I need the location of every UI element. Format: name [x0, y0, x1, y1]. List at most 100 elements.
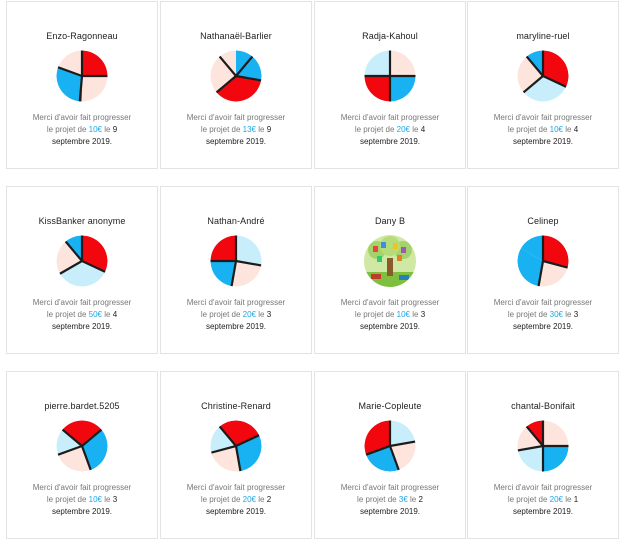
donor-card[interactable]: Dany B Merci d'avoir fait progresser le p… — [314, 186, 466, 354]
thanks-message: Merci d'avoir fait progresser le projet d… — [13, 112, 151, 148]
donation-amount: 50€ — [88, 310, 103, 319]
pinwheel-avatar-icon — [516, 49, 570, 103]
avatar-segment-peach — [82, 76, 108, 102]
donation-month: septembre 2019. — [205, 322, 267, 331]
avatar-segment-red — [364, 76, 390, 102]
donation-month: septembre 2019. — [205, 137, 267, 146]
thanks-message: Merci d'avoir fait progresser le projet d… — [167, 482, 305, 518]
donation-month: septembre 2019. — [512, 322, 574, 331]
donation-amount: 20€ — [396, 125, 411, 134]
avatar-segment-red — [210, 235, 236, 261]
pinwheel-avatar-icon — [55, 234, 109, 288]
date-le-label: le — [565, 495, 572, 504]
donation-month: septembre 2019. — [359, 507, 421, 516]
donation-month: septembre 2019. — [512, 137, 574, 146]
date-le-label: le — [104, 125, 111, 134]
donor-card[interactable]: KissBanker anonyme Merci d'avoir fait pro… — [6, 186, 158, 354]
thanks-intro: Merci d'avoir fait progresser — [340, 483, 440, 492]
date-le-label: le — [565, 310, 572, 319]
donation-amount: 10€ — [396, 310, 411, 319]
donation-month: septembre 2019. — [359, 137, 421, 146]
project-label: le projet de — [200, 495, 241, 504]
project-label: le projet de — [507, 125, 548, 134]
pinwheel-avatar-icon — [516, 419, 570, 473]
donor-name: Marie-Copleute — [358, 401, 422, 411]
pinwheel-avatar-icon — [516, 234, 570, 288]
thanks-intro: Merci d'avoir fait progresser — [340, 113, 440, 122]
donor-name: maryline-ruel — [516, 31, 570, 41]
date-le-label: le — [565, 125, 572, 134]
donor-card[interactable]: Marie-Copleute Merci d'avoir fait progres… — [314, 371, 466, 539]
project-label: le projet de — [354, 310, 395, 319]
donation-amount: 10€ — [549, 125, 564, 134]
project-label: le projet de — [46, 495, 87, 504]
donor-card[interactable]: Nathanaël-Barlier Merci d'avoir fait prog… — [160, 1, 312, 169]
donor-card[interactable]: maryline-ruel Merci d'avoir fait progress… — [467, 1, 619, 169]
donor-card[interactable]: Christine-Renard Merci d'avoir fait progr… — [160, 371, 312, 539]
project-label: le projet de — [507, 495, 548, 504]
project-label: le projet de — [507, 310, 548, 319]
donor-card[interactable]: Nathan-André Merci d'avoir fait progresse… — [160, 186, 312, 354]
thanks-intro: Merci d'avoir fait progresser — [186, 113, 286, 122]
avatar-segment-sky — [364, 50, 390, 76]
donation-amount: 13€ — [242, 125, 257, 134]
donation-amount: 20€ — [549, 495, 564, 504]
donor-card[interactable]: chantal-Bonifait Merci d'avoir fait progr… — [467, 371, 619, 539]
thanks-message: Merci d'avoir fait progresser le projet d… — [321, 482, 459, 518]
donation-month: septembre 2019. — [205, 507, 267, 516]
thanks-intro: Merci d'avoir fait progresser — [32, 483, 132, 492]
avatar-segment-blue — [543, 446, 569, 472]
project-label: le projet de — [46, 125, 87, 134]
donation-day: 4 — [420, 125, 426, 134]
donor-grid: Enzo-Ragonneau Merci d'avoir fait progres… — [0, 0, 619, 539]
donor-name: Dany B — [374, 216, 406, 226]
avatar-segment-red — [82, 50, 108, 76]
donation-month: septembre 2019. — [51, 137, 113, 146]
thanks-message: Merci d'avoir fait progresser le projet d… — [474, 482, 612, 518]
thanks-message: Merci d'avoir fait progresser le projet d… — [13, 297, 151, 333]
donor-card[interactable]: Enzo-Ragonneau Merci d'avoir fait progres… — [6, 1, 158, 169]
pinwheel-avatar-icon — [363, 49, 417, 103]
donor-name: Radja-Kahoul — [362, 31, 418, 41]
donor-name: Celinep — [527, 216, 559, 226]
project-label: le projet de — [200, 310, 241, 319]
pinwheel-avatar-icon — [209, 234, 263, 288]
thanks-message: Merci d'avoir fait progresser le projet d… — [167, 112, 305, 148]
donation-day: 4 — [112, 310, 118, 319]
donor-card[interactable]: Celinep Merci d'avoir fait progresser le p… — [467, 186, 619, 354]
date-le-label: le — [412, 310, 419, 319]
avatar-segment-peach — [390, 50, 416, 76]
thanks-intro: Merci d'avoir fait progresser — [493, 113, 593, 122]
thanks-message: Merci d'avoir fait progresser le projet d… — [474, 112, 612, 148]
date-le-label: le — [410, 495, 417, 504]
donor-name: Nathan-André — [207, 216, 265, 226]
thanks-message: Merci d'avoir fait progresser le projet d… — [474, 297, 612, 333]
donor-card[interactable]: Radja-Kahoul Merci d'avoir fait progresse… — [314, 1, 466, 169]
thanks-message: Merci d'avoir fait progresser le projet d… — [13, 482, 151, 518]
donor-name: Christine-Renard — [201, 401, 271, 411]
donor-name: KissBanker anonyme — [38, 216, 126, 226]
date-le-label: le — [412, 125, 419, 134]
date-le-label: le — [258, 125, 265, 134]
date-le-label: le — [104, 495, 111, 504]
donor-card[interactable]: pierre.bardet.5205 Merci d'avoir fait pro… — [6, 371, 158, 539]
project-label: le projet de — [357, 495, 397, 504]
thanks-intro: Merci d'avoir fait progresser — [32, 113, 132, 122]
donor-name: chantal-Bonifait — [511, 401, 575, 411]
donation-month: septembre 2019. — [512, 507, 574, 516]
donation-amount: 10€ — [88, 495, 103, 504]
donation-day: 3 — [420, 310, 426, 319]
project-label: le projet de — [354, 125, 395, 134]
date-le-label: le — [104, 310, 111, 319]
pinwheel-avatar-icon — [55, 49, 109, 103]
donation-day: 2 — [418, 495, 423, 504]
thanks-message: Merci d'avoir fait progresser le projet d… — [321, 297, 459, 333]
donation-amount: 20€ — [242, 310, 257, 319]
thanks-message: Merci d'avoir fait progresser le projet d… — [167, 297, 305, 333]
pinwheel-avatar-icon — [209, 49, 263, 103]
donation-amount: 3€ — [398, 495, 408, 504]
donation-day: 2 — [266, 495, 272, 504]
project-label: le projet de — [46, 310, 87, 319]
donation-day: 9 — [266, 125, 272, 134]
donation-day: 3 — [266, 310, 272, 319]
